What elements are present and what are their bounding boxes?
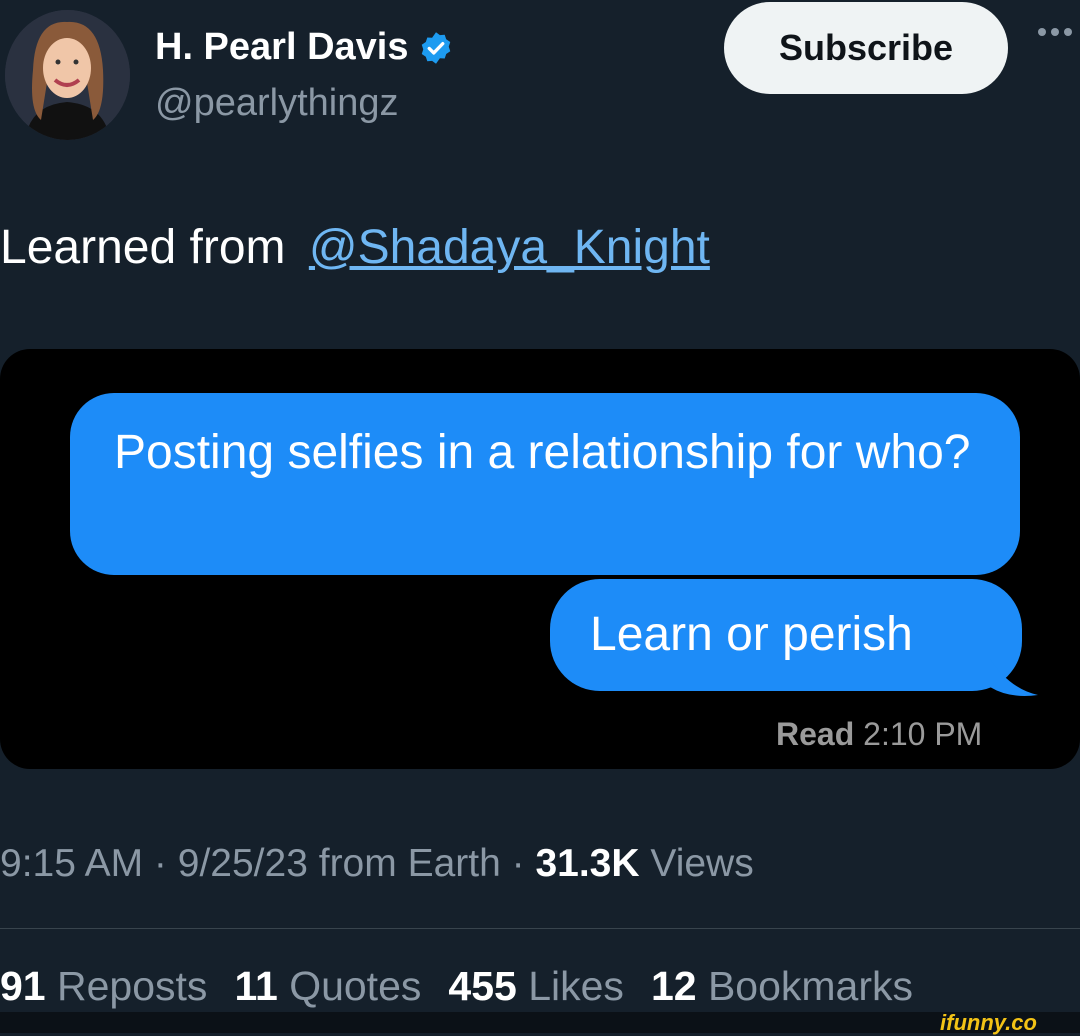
tweet-date[interactable]: 9/25/23	[178, 842, 308, 885]
quotes-stat[interactable]: 11 Quotes	[234, 963, 421, 1010]
reposts-stat[interactable]: 91 Reposts	[0, 963, 207, 1010]
bubble-tail-icon	[990, 659, 1038, 696]
bottom-strip	[0, 1012, 1080, 1033]
message-bubble-received: Posting selfies in a relationship for wh…	[70, 393, 1020, 575]
mention-link[interactable]: @Shadaya_Knight	[309, 221, 710, 274]
read-label: Read	[776, 716, 855, 752]
views-count: 31.3K	[535, 842, 640, 885]
author-handle[interactable]: @pearlythingz	[155, 82, 398, 125]
engagement-stats: 91 Reposts 11 Quotes 455 Likes 12 Bookma…	[0, 963, 913, 1010]
tweet-meta: 9:15 AM · 9/25/23 from Earth · 31.3K Vie…	[0, 842, 754, 885]
author-name[interactable]: H. Pearl Davis	[155, 26, 408, 69]
tweet-time[interactable]: 9:15 AM	[0, 842, 143, 885]
verified-badge-icon[interactable]	[418, 30, 454, 66]
bookmarks-stat[interactable]: 12 Bookmarks	[651, 963, 913, 1010]
author-name-row[interactable]: H. Pearl Davis	[155, 26, 454, 69]
message-bubble-sent: Learn or perish	[550, 579, 1022, 691]
avatar[interactable]	[5, 10, 130, 140]
read-receipt: Read 2:10 PM	[776, 716, 982, 753]
read-time: 2:10 PM	[863, 716, 983, 752]
tweet-text-prefix: Learned from	[0, 221, 286, 274]
more-options-icon[interactable]	[1038, 28, 1072, 36]
divider	[0, 928, 1080, 929]
tweet-media-image[interactable]: Posting selfies in a relationship for wh…	[0, 349, 1080, 769]
views-label: Views	[650, 842, 754, 885]
tweet-source: from Earth	[318, 842, 501, 885]
watermark-logo: ifunny.co	[940, 1010, 1037, 1035]
likes-stat[interactable]: 455 Likes	[448, 963, 624, 1010]
subscribe-button[interactable]: Subscribe	[724, 2, 1008, 94]
avatar-photo	[5, 10, 130, 140]
tweet-text: Learned from @Shadaya_Knight	[0, 220, 710, 275]
